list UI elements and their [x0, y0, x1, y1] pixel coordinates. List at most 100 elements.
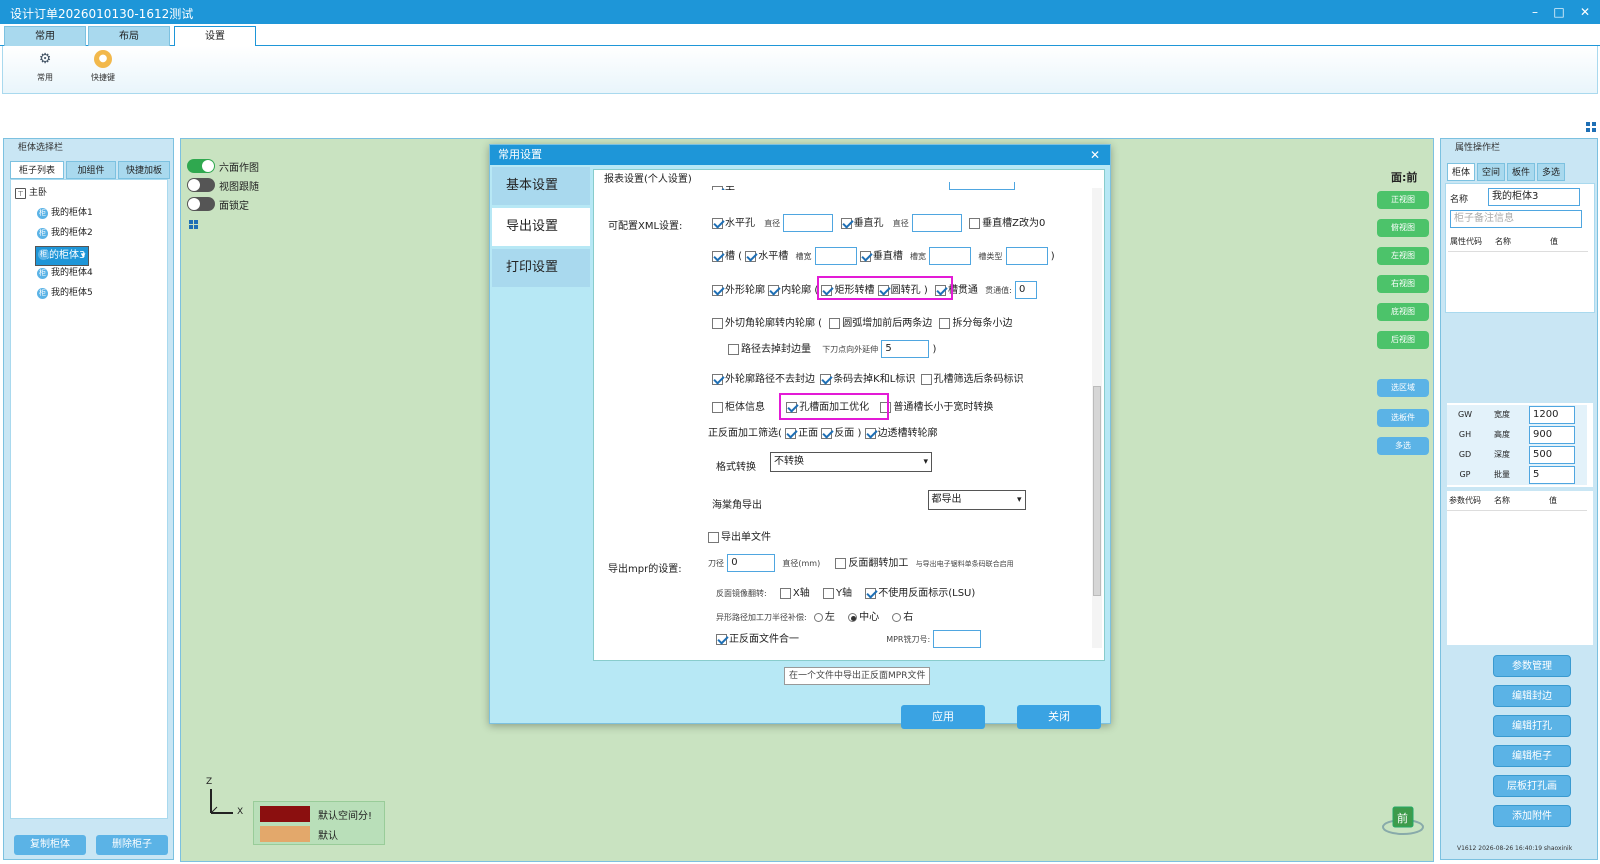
properties-box: 名称 我的柜体3 柜子备注信息 属性代码 名称 值: [1445, 183, 1595, 313]
tree-item[interactable]: 柜我的柜体1: [35, 206, 96, 221]
select-board-button[interactable]: 选板件: [1377, 409, 1429, 427]
attr-value-input[interactable]: 1200: [1529, 406, 1575, 424]
checkbox-merge[interactable]: [716, 633, 727, 645]
extend-input[interactable]: 5: [881, 340, 930, 358]
attr-value-input[interactable]: 900: [1529, 426, 1575, 444]
checkbox-edge-slot[interactable]: [864, 427, 876, 439]
knife-dia-input[interactable]: 0: [727, 554, 776, 572]
checkbox-vertical-hole[interactable]: [840, 217, 852, 229]
edit-edge-button[interactable]: 编辑封边: [1493, 685, 1571, 707]
tab-cabinet[interactable]: 柜体: [1447, 163, 1475, 181]
checkbox-slot[interactable]: [712, 250, 723, 262]
dialog-close-icon[interactable]: ✕: [1090, 145, 1100, 165]
grid-small-icon[interactable]: [189, 219, 198, 232]
scrollbar[interactable]: [1092, 188, 1102, 648]
radio-left[interactable]: [813, 612, 823, 622]
edit-cabinet-button[interactable]: 编辑柜子: [1493, 745, 1571, 767]
horizontal-slot-width-input[interactable]: [814, 247, 857, 265]
top-view-button[interactable]: 俯视图: [1377, 219, 1429, 237]
remark-input[interactable]: 柜子备注信息: [1450, 210, 1582, 228]
format-select[interactable]: 不转换: [770, 452, 932, 472]
checkbox-cabinet-info[interactable]: [712, 401, 723, 413]
checkbox-single-file[interactable]: [708, 531, 719, 543]
checkbox-horizontal-slot[interactable]: [745, 250, 757, 262]
tab-quick-board[interactable]: 快捷加板: [118, 161, 170, 179]
checkbox-outer-contour[interactable]: [712, 284, 723, 296]
slot-type-input[interactable]: [1005, 247, 1048, 265]
format-label: 格式转换: [716, 462, 756, 473]
checkbox-arc-edges[interactable]: [829, 317, 841, 329]
copy-cabinet-button[interactable]: 复制柜体: [14, 835, 86, 855]
tree-item[interactable]: 柜我的柜体2: [35, 226, 96, 241]
tree-root[interactable]: ⊤ 主卧: [13, 186, 50, 201]
shelf-drill-button[interactable]: 层板打孔画: [1493, 775, 1571, 797]
attr-value-input[interactable]: 5: [1529, 466, 1575, 484]
multi-select-button[interactable]: 多选: [1377, 437, 1429, 455]
tree-item[interactable]: 柜我的柜体5: [35, 286, 96, 301]
tab-multi[interactable]: 多选: [1537, 163, 1565, 181]
tab-common[interactable]: 常用: [4, 26, 86, 46]
ribbon-shortcut-button[interactable]: ● 快捷键: [83, 50, 123, 83]
right-view-button[interactable]: 右视图: [1377, 275, 1429, 293]
attr-value-input[interactable]: 500: [1529, 446, 1575, 464]
tree-item-selected[interactable]: 柜我的柜体3: [35, 246, 90, 266]
minimize-button[interactable]: –: [1522, 2, 1548, 22]
checkbox-no-lsu[interactable]: [865, 587, 877, 599]
bottom-view-button[interactable]: 底视图: [1377, 303, 1429, 321]
nav-basic-settings[interactable]: 基本设置: [492, 167, 590, 205]
add-accessory-button[interactable]: 添加附件: [1493, 805, 1571, 827]
radio-right[interactable]: [892, 612, 902, 622]
tab-settings[interactable]: 设置: [174, 26, 256, 47]
nav-export-settings[interactable]: 导出设置: [492, 208, 590, 246]
tree-item[interactable]: 柜我的柜体4: [35, 266, 96, 281]
view-cube[interactable]: 前: [1381, 801, 1425, 837]
checkbox-inner-contour[interactable]: [768, 284, 780, 296]
nav-print-settings[interactable]: 打印设置: [492, 249, 590, 287]
checkbox-filter-barcode[interactable]: [920, 373, 932, 385]
checkbox-split-edges[interactable]: [939, 317, 951, 329]
checkbox-mirror-x[interactable]: [779, 587, 791, 599]
tab-cabinet-list[interactable]: 柜子列表: [10, 161, 64, 179]
checkbox-back[interactable]: [821, 427, 833, 439]
checkbox-vslot-z0[interactable]: [969, 217, 981, 229]
tab-board[interactable]: 板件: [1507, 163, 1535, 181]
select-region-button[interactable]: 选区域: [1377, 379, 1429, 397]
cabinet-name-input[interactable]: 我的柜体3: [1488, 188, 1580, 206]
tab-add-component[interactable]: 加组件: [66, 161, 116, 179]
maximize-button[interactable]: □: [1546, 2, 1572, 22]
sea-select[interactable]: 都导出: [927, 490, 1026, 510]
toggle-six-face[interactable]: [187, 159, 215, 173]
radio-center[interactable]: [848, 612, 858, 622]
tab-space[interactable]: 空间: [1477, 163, 1505, 181]
close-button[interactable]: ✕: [1572, 2, 1598, 22]
back-view-button[interactable]: 后视图: [1377, 331, 1429, 349]
checkbox-flip[interactable]: [835, 557, 847, 569]
delete-cabinet-button[interactable]: 删除柜子: [96, 835, 168, 855]
toggle-view-follow[interactable]: [187, 178, 215, 192]
checkbox-front[interactable]: [785, 427, 797, 439]
toggle-face-lock[interactable]: [187, 197, 215, 211]
through-value-input[interactable]: 0: [1015, 281, 1038, 299]
checkbox-path-remove-edge[interactable]: [728, 343, 739, 355]
param-manage-button[interactable]: 参数管理: [1493, 655, 1571, 677]
checkbox-mirror-y[interactable]: [822, 587, 834, 599]
apply-button[interactable]: 应用: [901, 705, 985, 729]
partial-input[interactable]: [949, 182, 1015, 190]
checkbox-vertical-slot[interactable]: [859, 250, 871, 262]
checkbox-barcode-kl[interactable]: [820, 373, 832, 385]
vertical-hole-dia-input[interactable]: [911, 214, 962, 232]
mpr-knife-input[interactable]: [933, 630, 982, 648]
ribbon-common-button[interactable]: ⚙ 常用: [25, 50, 65, 83]
edit-drill-button[interactable]: 编辑打孔: [1493, 715, 1571, 737]
checkbox-outer-path-edge[interactable]: [712, 373, 723, 385]
horizontal-hole-dia-input[interactable]: [783, 214, 834, 232]
mpr-row: 刀径 0 直径(mm) 反面翻转加工 与导出电子锯料单条码联合启用: [708, 554, 1014, 572]
left-view-button[interactable]: 左视图: [1377, 247, 1429, 265]
checkbox-outer-corner[interactable]: [712, 317, 723, 329]
tab-layout[interactable]: 布局: [88, 26, 170, 46]
checkbox-horizontal-hole[interactable]: [712, 217, 723, 229]
front-view-button[interactable]: 正视图: [1377, 191, 1429, 209]
close-dialog-button[interactable]: 关闭: [1017, 705, 1101, 729]
vertical-slot-width-input[interactable]: [929, 247, 972, 265]
grid-icon[interactable]: [1586, 122, 1596, 132]
